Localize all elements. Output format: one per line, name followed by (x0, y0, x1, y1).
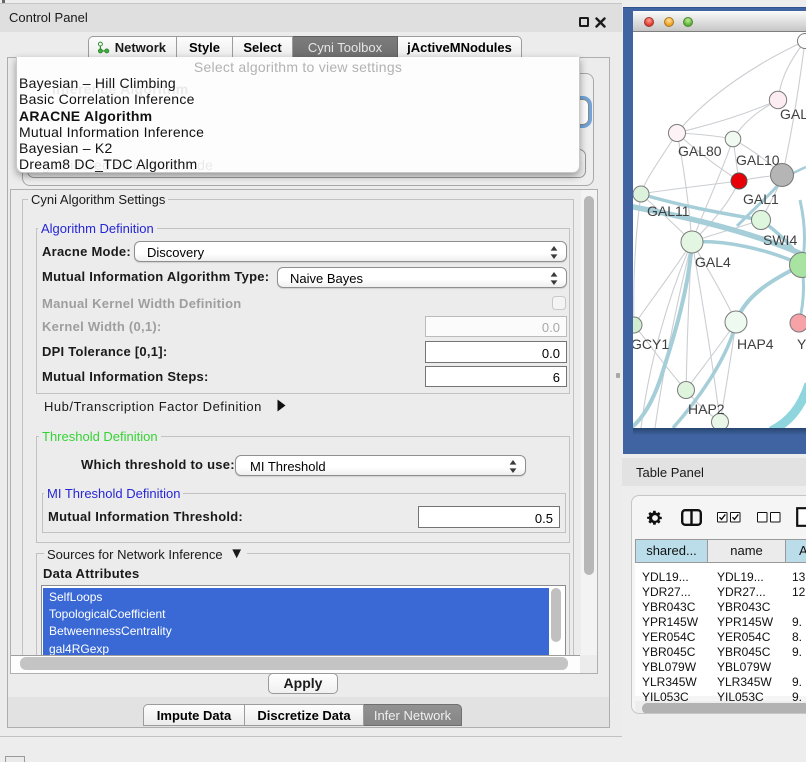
svg-text:GAL11: GAL11 (647, 203, 690, 219)
svg-text:GAL10: GAL10 (736, 152, 780, 168)
svg-text:HAP4: HAP4 (737, 336, 774, 352)
svg-text:GAL1: GAL1 (743, 191, 779, 207)
svg-text:GAL2: GAL2 (780, 106, 806, 122)
svg-text:GAL80: GAL80 (678, 143, 722, 159)
svg-text:Y: Y (797, 336, 806, 352)
svg-text:GCY1: GCY1 (633, 336, 669, 352)
svg-text:HAP2: HAP2 (688, 401, 725, 417)
svg-text:GAL4: GAL4 (695, 254, 731, 270)
svg-text:SWI4: SWI4 (763, 232, 797, 248)
